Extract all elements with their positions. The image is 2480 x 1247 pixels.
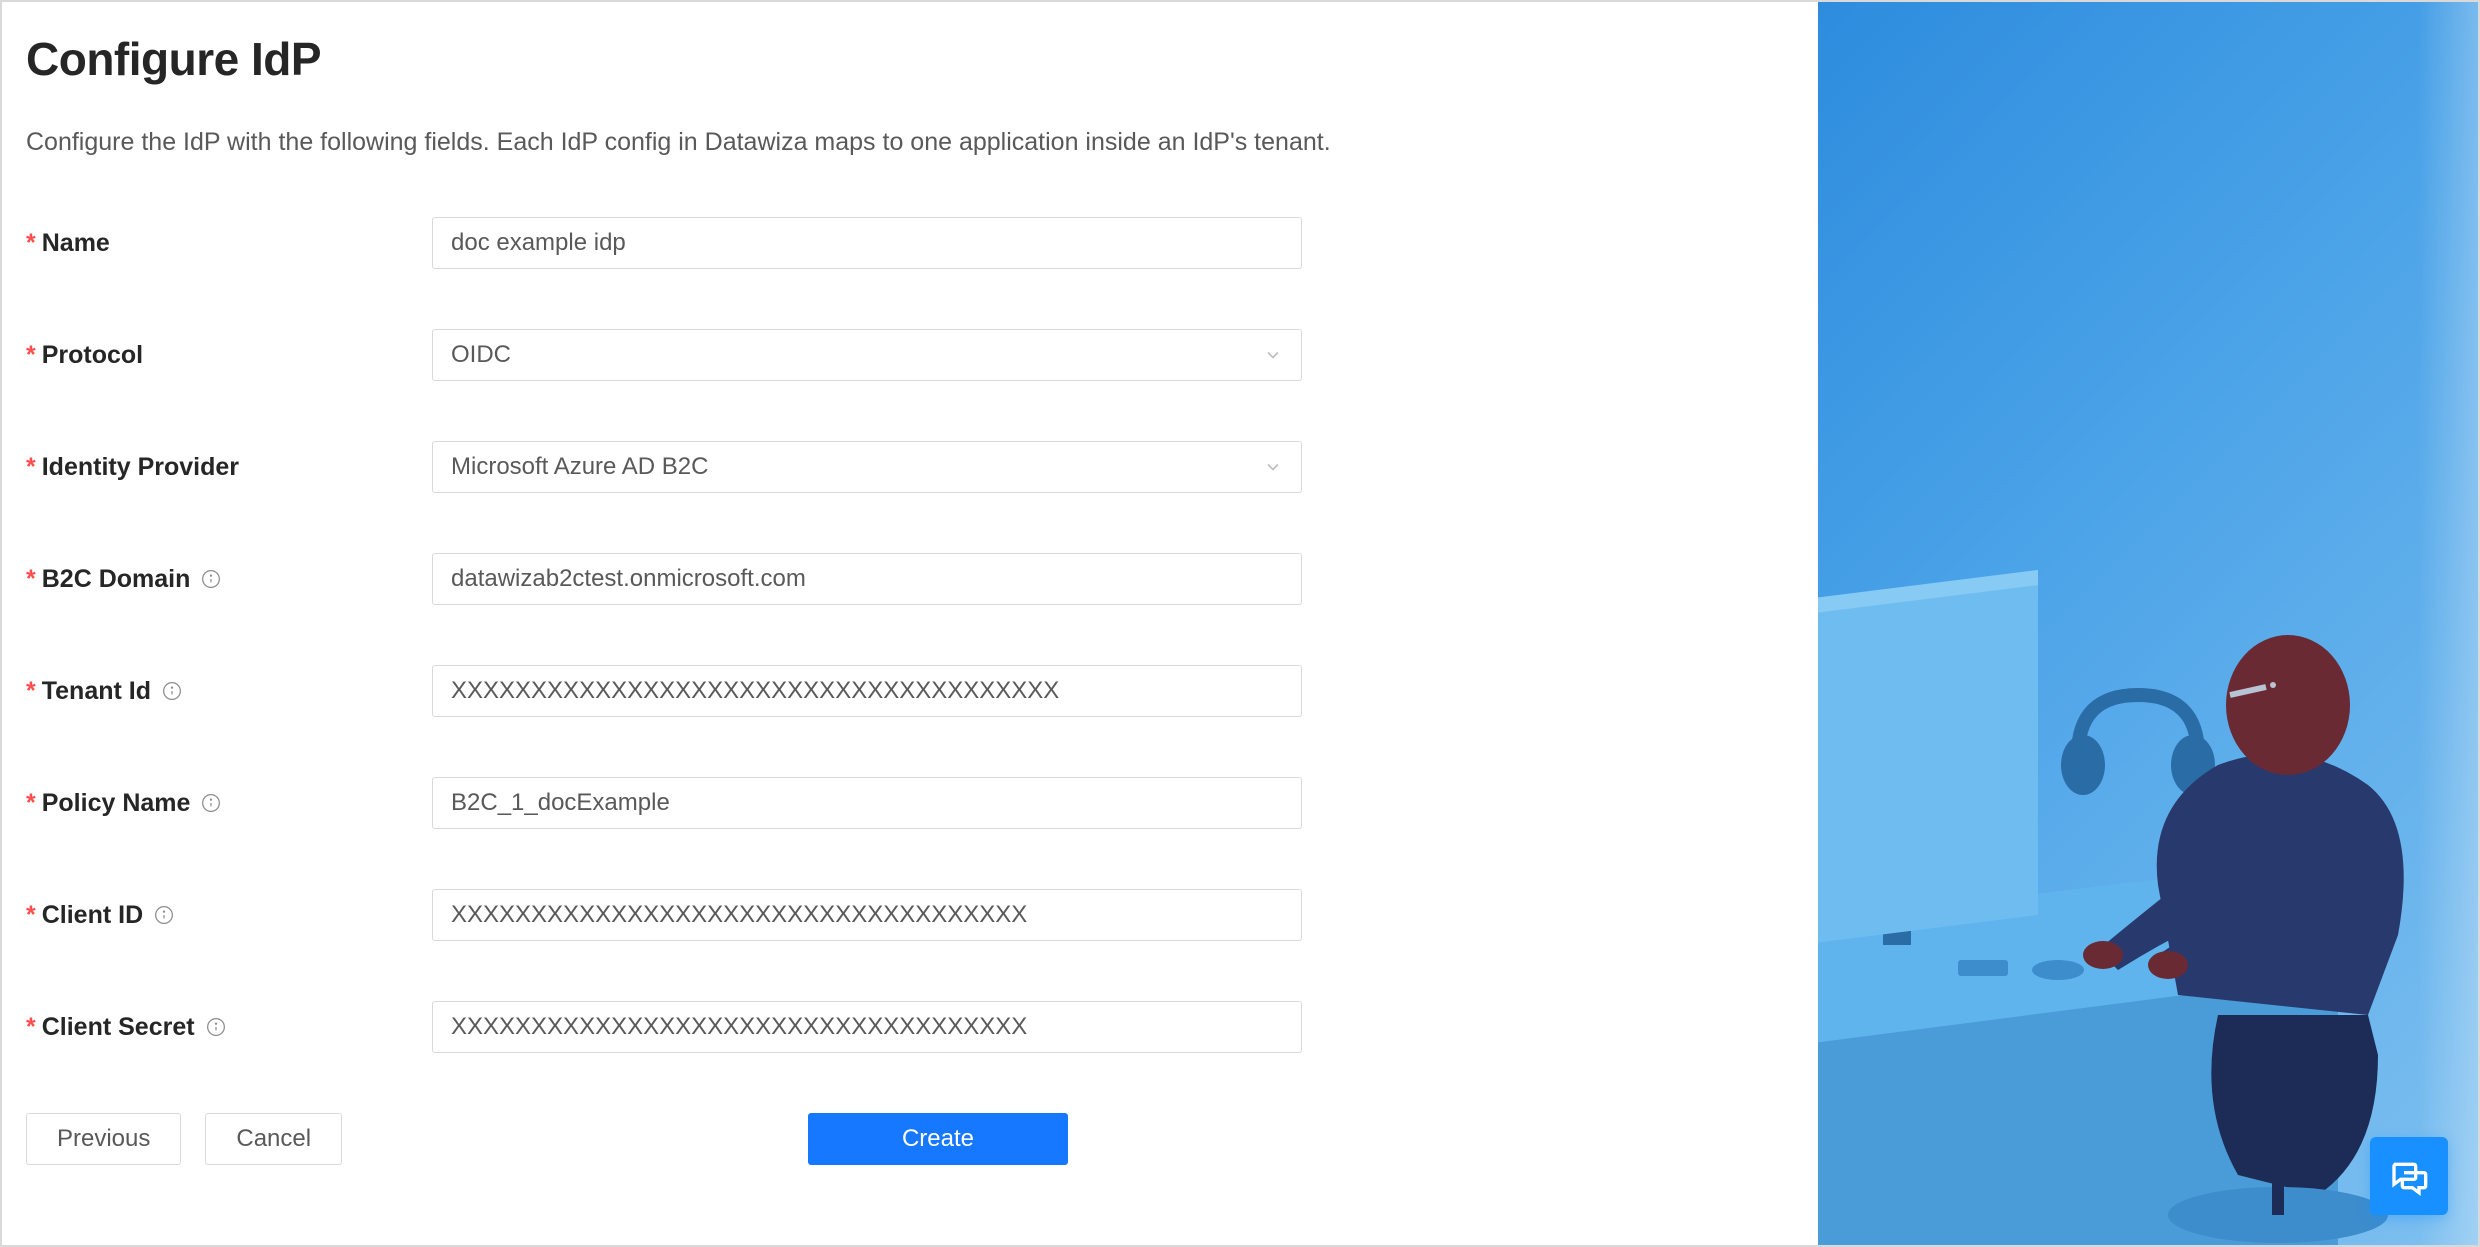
info-icon[interactable] <box>153 904 175 926</box>
tenant-id-label: *Tenant Id <box>26 677 432 706</box>
field-row-identity-provider: *Identity Provider Microsoft Azure AD B2… <box>26 441 1788 493</box>
info-icon[interactable] <box>200 792 222 814</box>
chevron-down-icon <box>1263 457 1283 477</box>
field-row-client-secret: *Client Secret <box>26 1001 1788 1053</box>
info-icon[interactable] <box>205 1016 227 1038</box>
name-input[interactable] <box>432 217 1302 269</box>
form-panel: Configure IdP Configure the IdP with the… <box>2 2 1818 1245</box>
field-row-policy-name: *Policy Name <box>26 777 1788 829</box>
field-row-tenant-id: *Tenant Id <box>26 665 1788 717</box>
chat-button[interactable] <box>2370 1137 2448 1215</box>
chevron-down-icon <box>1263 345 1283 365</box>
protocol-select[interactable]: OIDC <box>432 329 1302 381</box>
previous-button[interactable]: Previous <box>26 1113 181 1165</box>
client-id-input[interactable] <box>432 889 1302 941</box>
field-row-name: *Name <box>26 217 1788 269</box>
name-label: *Name <box>26 229 432 258</box>
info-icon[interactable] <box>200 568 222 590</box>
b2c-domain-label: *B2C Domain <box>26 565 432 594</box>
person-at-desk-illustration <box>1818 455 2458 1245</box>
page-title: Configure IdP <box>26 32 1788 86</box>
policy-name-label: *Policy Name <box>26 789 432 818</box>
field-row-b2c-domain: *B2C Domain <box>26 553 1788 605</box>
field-row-protocol: *Protocol OIDC <box>26 329 1788 381</box>
tenant-id-input[interactable] <box>432 665 1302 717</box>
chat-icon <box>2389 1156 2429 1196</box>
b2c-domain-input[interactable] <box>432 553 1302 605</box>
client-secret-label: *Client Secret <box>26 1013 432 1042</box>
info-icon[interactable] <box>161 680 183 702</box>
identity-provider-label: *Identity Provider <box>26 453 432 482</box>
illustration-panel <box>1818 2 2478 1245</box>
cancel-button[interactable]: Cancel <box>205 1113 342 1165</box>
field-row-client-id: *Client ID <box>26 889 1788 941</box>
policy-name-input[interactable] <box>432 777 1302 829</box>
page-subtitle: Configure the IdP with the following fie… <box>26 128 1788 157</box>
client-secret-input[interactable] <box>432 1001 1302 1053</box>
identity-provider-select[interactable]: Microsoft Azure AD B2C <box>432 441 1302 493</box>
protocol-label: *Protocol <box>26 341 432 370</box>
create-button[interactable]: Create <box>808 1113 1068 1165</box>
client-id-label: *Client ID <box>26 901 432 930</box>
button-row: Previous Cancel Create <box>26 1113 1788 1165</box>
